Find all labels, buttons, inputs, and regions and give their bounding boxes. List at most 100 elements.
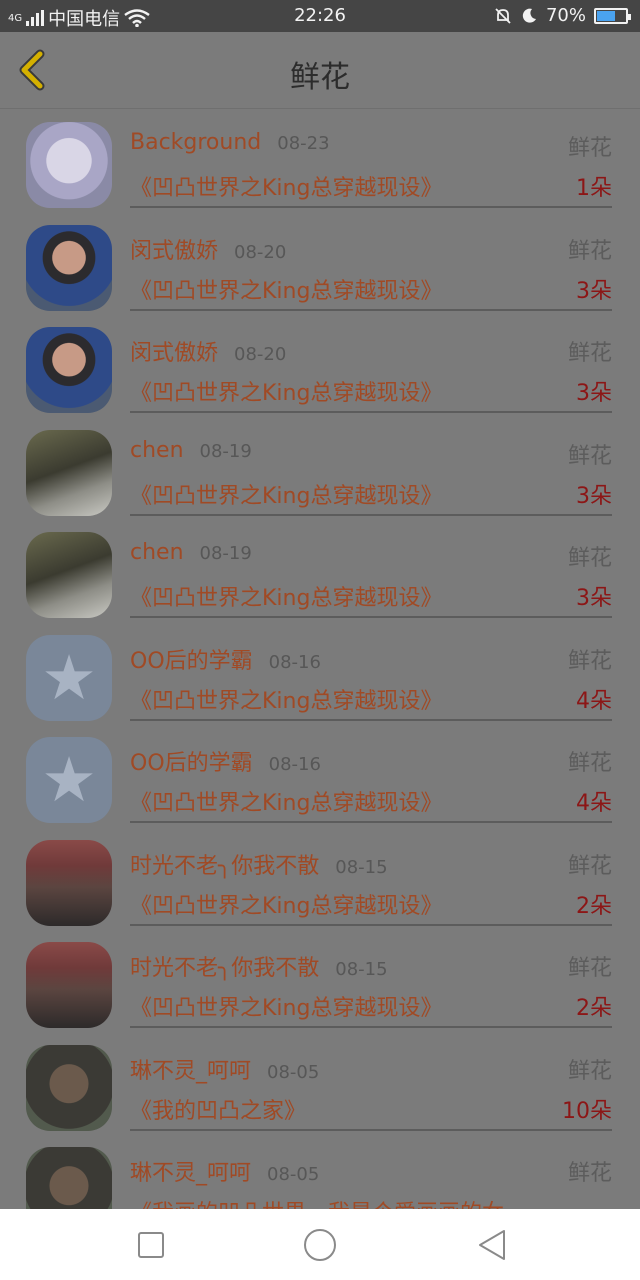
user-name-line: 闵式傲娇 08-20 [130, 233, 286, 265]
date-label: 08-05 [267, 1061, 320, 1083]
divider [130, 411, 612, 413]
date-label: 08-15 [335, 959, 388, 980]
date-label: 08-20 [234, 241, 287, 263]
header-bar: 鲜花 [0, 32, 640, 109]
user-name: 时光不老╮你我不散 [130, 853, 320, 879]
user-name-line: chen 08-19 [130, 540, 252, 565]
triangle-back-icon[interactable] [472, 1225, 512, 1265]
gift-type: 鲜花 [567, 238, 612, 264]
qq-avatar: ★ [26, 634, 112, 721]
list-item[interactable]: chen 08-19 鲜花 《凹凸世界之King总穿越现设》 3朵 [0, 418, 640, 521]
date-label: 08-05 [267, 1164, 320, 1185]
book-title: 《凹凸世界之King总穿越现设》 [130, 381, 443, 406]
divider [130, 206, 612, 208]
date-label: 08-15 [335, 856, 388, 878]
girl-avatar [26, 429, 112, 516]
date-label: 08-20 [234, 344, 287, 365]
flower-count: 3朵 [576, 278, 612, 304]
girl-avatar [26, 532, 112, 618]
user-name-line: OO后的学霸 08-16 [130, 745, 321, 777]
user-name: OO后的学霸 [130, 751, 253, 776]
flower-count: 2朵 [576, 996, 612, 1021]
user-name-line: Background 08-23 [130, 130, 330, 155]
battery-icon [594, 7, 631, 24]
anime2-avatar [26, 1044, 112, 1131]
user-name: Background [130, 130, 262, 155]
gift-type: 鲜花 [567, 751, 612, 776]
bell-off-icon [495, 7, 511, 24]
gift-type: 鲜花 [567, 648, 612, 674]
divider [130, 1026, 612, 1028]
city-avatar [26, 942, 112, 1028]
flower-list: Background 08-23 鲜花 《凹凸世界之King总穿越现设》 1朵 闵… [0, 110, 640, 1238]
list-item[interactable]: ★ OO后的学霸 08-16 鲜花 《凹凸世界之King总穿越现设》 4朵 [0, 725, 640, 828]
flower-count: 4朵 [576, 791, 612, 816]
book-title: 《凹凸世界之King总穿越现设》 [130, 893, 443, 919]
user-name-line: 时光不老╮你我不散 08-15 [130, 950, 388, 982]
list-item[interactable]: Background 08-23 鲜花 《凹凸世界之King总穿越现设》 1朵 [0, 110, 640, 213]
book-title: 《凹凸世界之King总穿越现设》 [130, 688, 443, 714]
gift-type: 鲜花 [567, 956, 612, 981]
book-title: 《我的凹凸之家》 [130, 1098, 307, 1124]
gift-type: 鲜花 [567, 136, 612, 161]
divider [130, 513, 612, 516]
user-name-line: chen 08-19 [130, 438, 252, 463]
gift-type: 鲜花 [567, 443, 612, 469]
user-name-line: 闵式傲娇 08-20 [130, 335, 286, 367]
qq-avatar: ★ [26, 737, 112, 823]
gift-type: 鲜花 [567, 341, 612, 366]
user-name-line: OO后的学霸 08-16 [130, 643, 321, 675]
divider [130, 718, 612, 721]
list-item[interactable]: chen 08-19 鲜花 《凹凸世界之King总穿越现设》 3朵 [0, 520, 640, 623]
list-item[interactable]: ★ OO后的学霸 08-16 鲜花 《凹凸世界之King总穿越现设》 4朵 [0, 623, 640, 726]
circle-icon[interactable] [300, 1225, 340, 1265]
user-name: chen [130, 540, 184, 565]
flower-count: 2朵 [576, 893, 612, 919]
list-item[interactable]: 琳不灵_呵呵 08-05 鲜花 《我的凹凸之家》 10朵 [0, 1033, 640, 1136]
date-label: 08-19 [199, 543, 252, 564]
battery-tip [628, 13, 631, 20]
square-icon[interactable] [131, 1225, 171, 1265]
list-item[interactable]: 时光不老╮你我不散 08-15 鲜花 《凹凸世界之King总穿越现设》 2朵 [0, 828, 640, 931]
user-name-line: 琳不灵_呵呵 08-05 [130, 1155, 319, 1187]
list-item[interactable]: 时光不老╮你我不散 08-15 鲜花 《凹凸世界之King总穿越现设》 2朵 [0, 930, 640, 1033]
book-title: 《凹凸世界之King总穿越现设》 [130, 483, 443, 509]
book-title: 《凹凸世界之King总穿越现设》 [130, 176, 443, 201]
divider [130, 616, 612, 618]
flower-count: 10朵 [562, 1098, 612, 1124]
gift-type: 鲜花 [567, 546, 612, 571]
gift-type: 鲜花 [567, 1058, 612, 1084]
user-name: 时光不老╮你我不散 [130, 956, 320, 981]
user-name-line: 时光不老╮你我不散 08-15 [130, 848, 388, 880]
user-name: 琳不灵_呵呵 [130, 1058, 252, 1084]
flower-count: 1朵 [576, 176, 612, 201]
book-title: 《凹凸世界之King总穿越现设》 [130, 996, 443, 1021]
user-name: 琳不灵_呵呵 [130, 1161, 252, 1186]
user-name: 闵式傲娇 [130, 238, 219, 264]
list-item[interactable]: 闵式傲娇 08-20 鲜花 《凹凸世界之King总穿越现设》 3朵 [0, 213, 640, 316]
star-icon: ★ [41, 640, 97, 714]
book-title: 《凹凸世界之King总穿越现设》 [130, 791, 443, 816]
date-label: 08-16 [268, 754, 321, 775]
list-item[interactable]: 闵式傲娇 08-20 鲜花 《凹凸世界之King总穿越现设》 3朵 [0, 315, 640, 418]
flower-count: 3朵 [576, 381, 612, 406]
page-title: 鲜花 [290, 60, 350, 95]
book-title: 《凹凸世界之King总穿越现设》 [130, 586, 443, 611]
user-name: chen [130, 437, 184, 463]
flower-count: 4朵 [576, 688, 612, 714]
man-avatar [26, 224, 112, 311]
battery-percent: 70% [545, 5, 586, 26]
battery-fill [597, 10, 615, 21]
date-label: 08-19 [199, 440, 252, 462]
star-icon: ★ [41, 743, 97, 816]
gift-type: 鲜花 [567, 1161, 612, 1186]
status-right: 70% [494, 5, 631, 26]
date-label: 08-23 [277, 133, 330, 154]
navigation-bar [0, 1209, 640, 1280]
anime-avatar [26, 122, 112, 208]
divider [130, 1128, 612, 1131]
date-label: 08-16 [268, 651, 321, 673]
user-name-line: 琳不灵_呵呵 08-05 [130, 1053, 319, 1085]
status-bar: 4G 中国电信 22:26 70% [0, 0, 640, 32]
divider [130, 923, 612, 926]
